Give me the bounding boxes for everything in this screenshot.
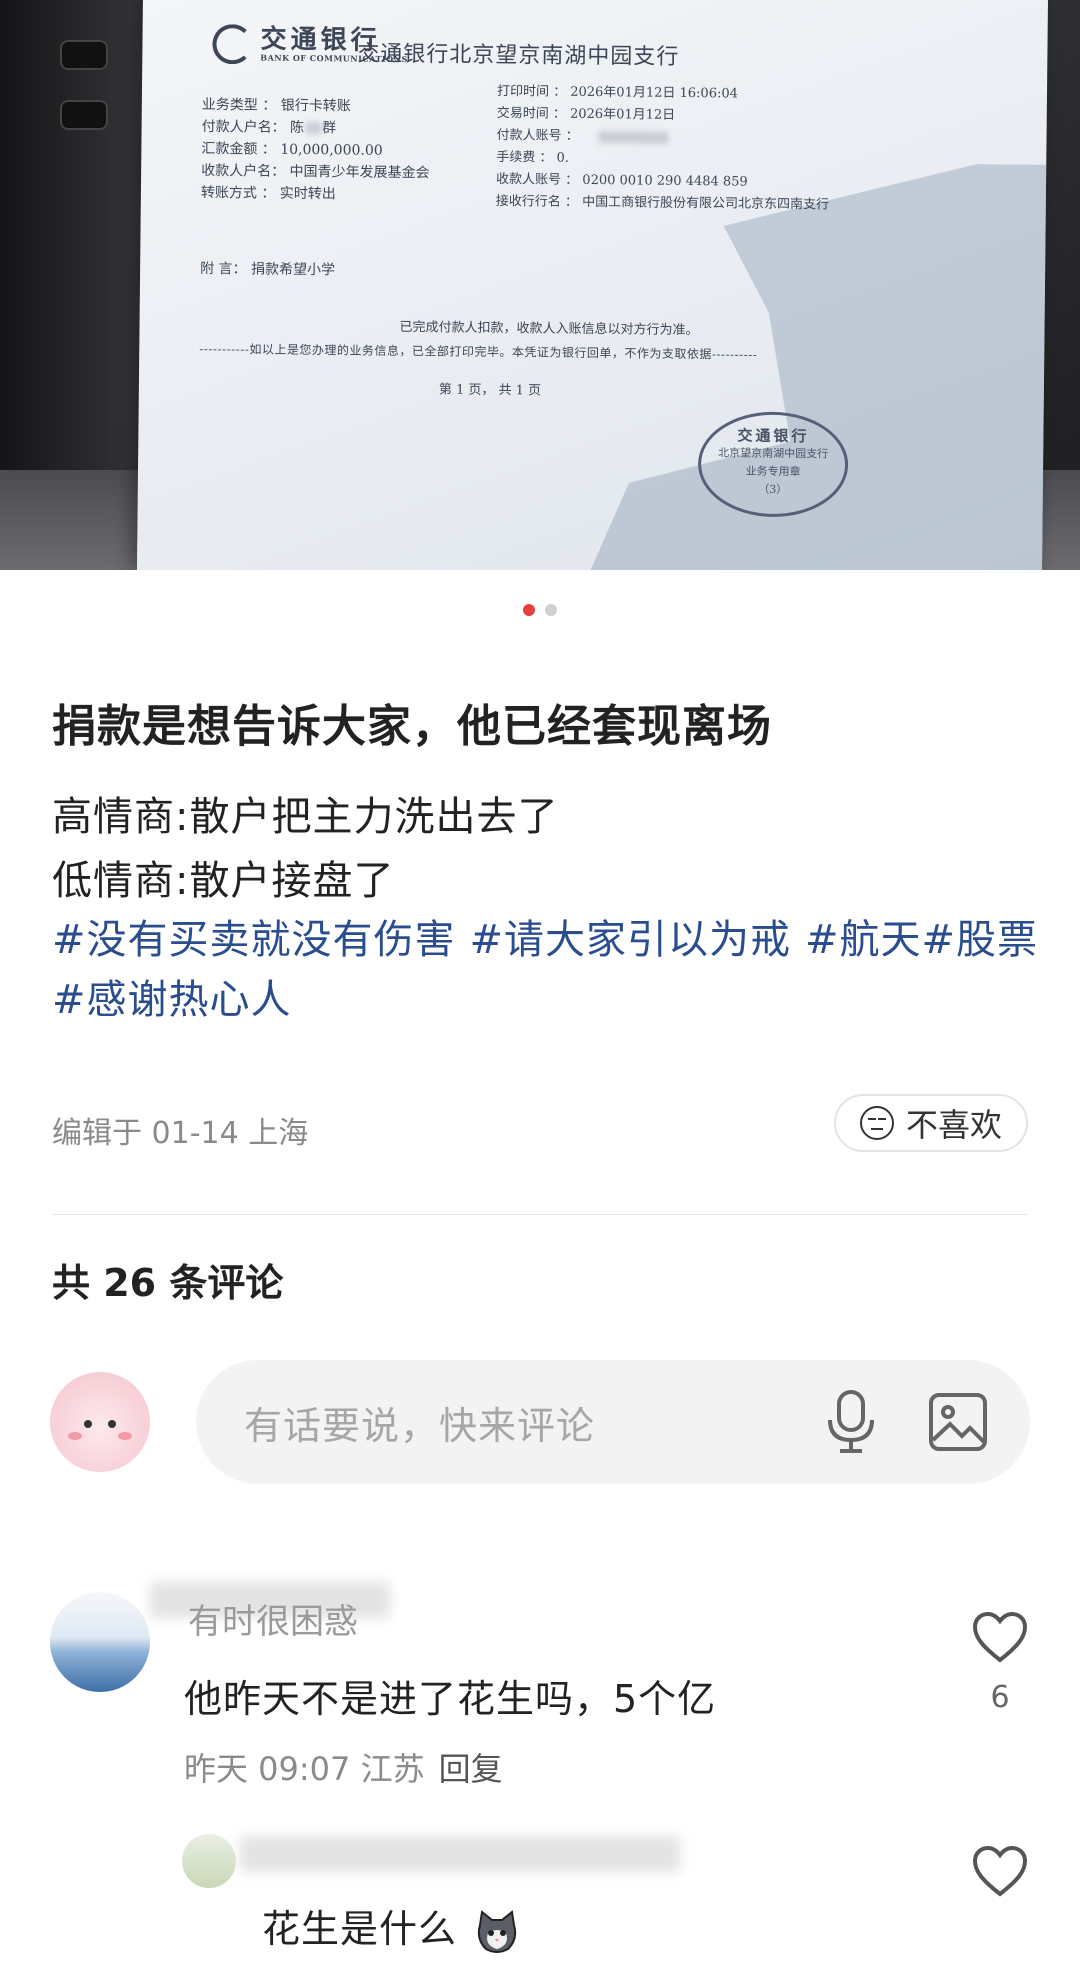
receipt-left-fields: 业务类型 ： 银行卡转账 付款人户名： 陈群 汇款金额 ： 10,000,000…	[201, 94, 431, 206]
receipt-note: 附 言： 捐款希望小学	[200, 260, 336, 279]
hashtag-link[interactable]: #没有买卖就没有伤害	[52, 917, 456, 963]
post-title: 捐款是想告诉大家，他已经套现离场	[52, 701, 772, 752]
receipt-info-line: -----------如以上是您办理的业务信息，已全部打印完毕。本凭证为银行回单…	[199, 341, 758, 362]
receipt-status: 已完成付款人扣款，收款人入账信息以对方行为准。	[399, 319, 699, 339]
comment-input-placeholder: 有话要说，快来评论	[244, 1403, 596, 1448]
post-body-line: 低情商:散户接盘了	[52, 858, 395, 904]
like-count: 6	[990, 1680, 1010, 1715]
cat-face-emoji-icon	[477, 1909, 517, 1953]
comment-text: 花生是什么	[262, 1898, 520, 1955]
bank-stamp: 交通银行 北京望京南湖中园支行 业务专用章 （3）	[697, 411, 849, 518]
receipt-field: 汇款金额 ： 10,000,000.00	[201, 140, 383, 159]
dislike-label: 不喜欢	[905, 1106, 1002, 1144]
heart-icon[interactable]	[972, 1612, 1028, 1664]
comment-text: 他昨天不是进了花生吗，5个亿	[184, 1677, 717, 1721]
unhappy-face-icon	[859, 1106, 894, 1140]
receipt-field: 收款人户名： 中国青少年发展基金会	[201, 162, 430, 182]
bank-logo-icon	[212, 24, 253, 65]
user-avatar[interactable]	[50, 1372, 150, 1472]
hashtag-link[interactable]: #请大家引以为戒	[470, 917, 792, 963]
post-edit-info: 编辑于 01-14 上海	[52, 1116, 309, 1151]
receipt-page: 第 1 页， 共 1 页	[438, 382, 542, 399]
commenter-avatar[interactable]	[50, 1592, 150, 1692]
receipt-right-fields: 打印时间 ： 2026年01月12日 16:06:04 交易时间 ： 2026年…	[496, 81, 831, 216]
heart-icon[interactable]	[972, 1846, 1028, 1898]
image-icon[interactable]	[928, 1392, 988, 1452]
receipt-field: 转账方式 ： 实时转出	[200, 184, 336, 203]
microphone-icon[interactable]	[824, 1390, 878, 1454]
comment-input[interactable]: 有话要说，快来评论	[196, 1360, 1030, 1484]
dislike-button[interactable]: 不喜欢	[834, 1094, 1028, 1152]
bank-receipt: 交通银行 BANK OF COMMUNICATIONS 交通银行北京望京南湖中园…	[136, 0, 1049, 570]
post-image[interactable]: 交通银行 BANK OF COMMUNICATIONS 交通银行北京望京南湖中园…	[0, 0, 1080, 570]
commenter-name[interactable]: 有时很困惑	[188, 1594, 358, 1643]
name-redaction	[240, 1836, 680, 1872]
receipt-field: 接收行行名 ： 中国工商银行股份有限公司北京东四南支行	[495, 193, 830, 213]
receipt-field: 业务类型 ： 银行卡转账	[201, 96, 351, 115]
comment-meta: 昨天 09:07 江苏 回复	[184, 1744, 503, 1790]
comment-count: 共 26 条评论	[52, 1261, 284, 1305]
carousel-indicator	[0, 604, 1080, 616]
divider	[52, 1214, 1028, 1215]
commenter-avatar[interactable]	[182, 1834, 236, 1888]
car-button	[60, 100, 108, 130]
carousel-dot-active[interactable]	[523, 604, 535, 616]
reply-button[interactable]: 回复	[439, 1750, 503, 1788]
post-body-line: 高情商:散户把主力洗出去了	[52, 794, 559, 840]
post-tags: #没有买卖就没有伤害 #请大家引以为戒 #航天#股票#感谢热心人	[52, 910, 1042, 1030]
carousel-dot[interactable]	[545, 604, 557, 616]
comment-time: 昨天 09:07 江苏	[184, 1750, 425, 1788]
car-button	[60, 40, 108, 70]
receipt-field-payer: 付款人户名： 陈群	[201, 118, 337, 137]
branch-name: 交通银行北京望京南湖中园支行	[357, 41, 680, 70]
